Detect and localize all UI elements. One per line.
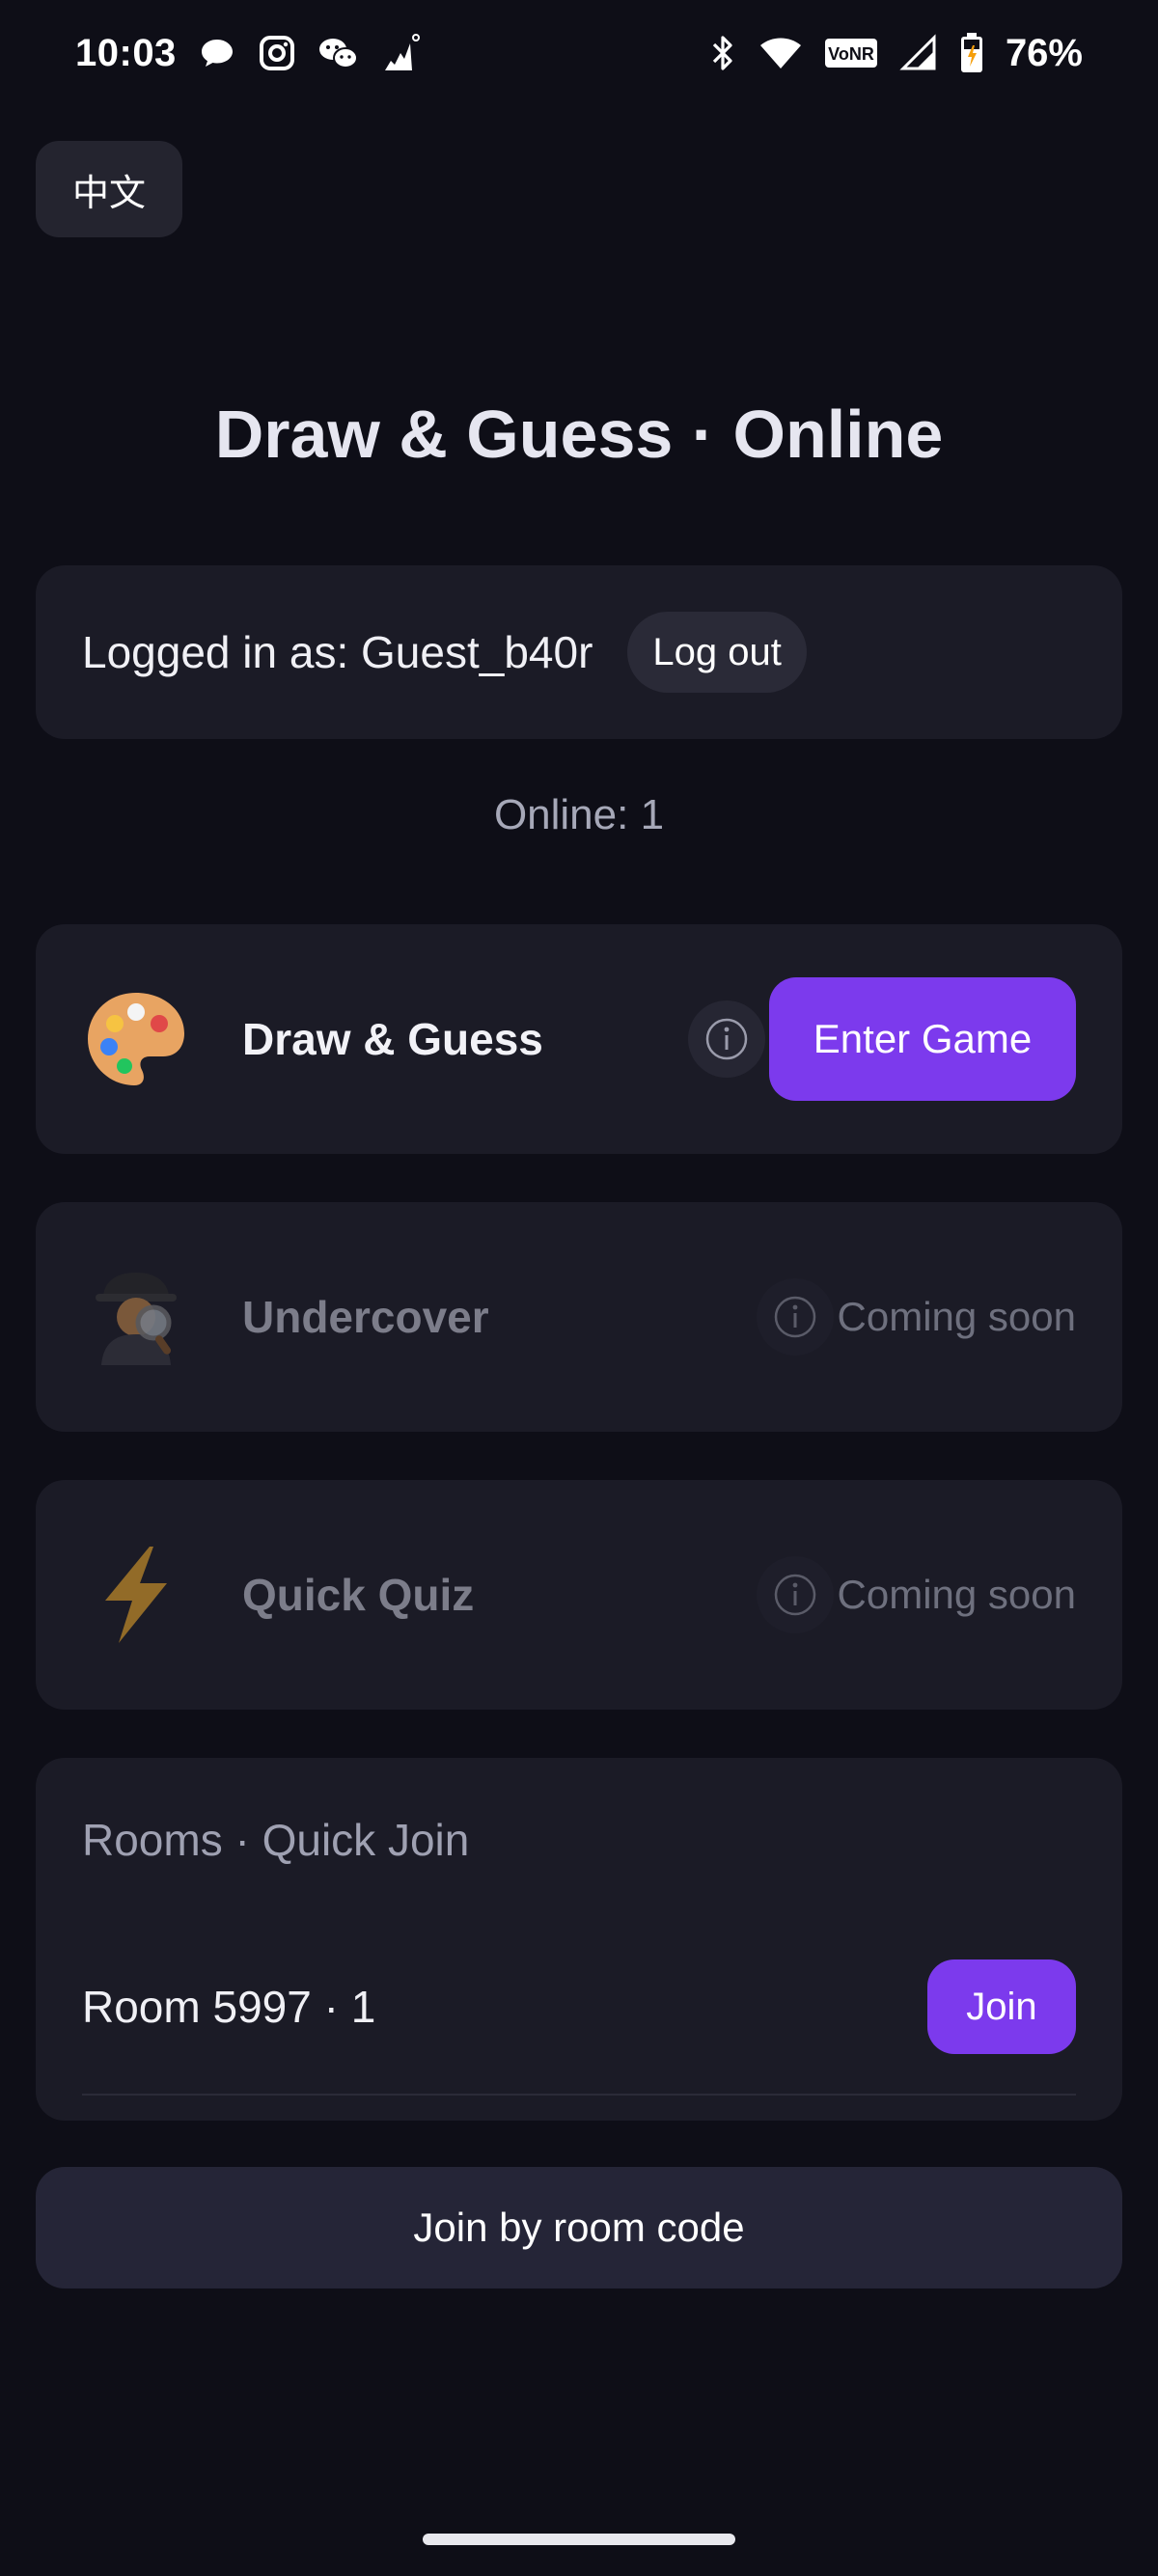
status-bar-right: VoNR 76% — [708, 32, 1083, 75]
chat-bubble-icon — [198, 34, 236, 72]
rooms-heading: Rooms · Quick Join — [82, 1815, 470, 1865]
game-name: Draw & Guess — [242, 1014, 543, 1064]
home-indicator[interactable] — [423, 2534, 735, 2545]
coming-soon-label: Coming soon — [837, 1294, 1076, 1339]
instagram-icon — [258, 34, 296, 72]
battery-charging-icon — [959, 32, 984, 74]
rooms-card: Rooms · Quick Join Room 5997 · 1 Join — [36, 1758, 1122, 2121]
login-card: Logged in as: Guest_b40r Log out — [36, 565, 1122, 739]
room-list-item: Room 5997 · 1 Join — [82, 1949, 1076, 2096]
vonr-icon: VoNR — [824, 36, 878, 70]
logout-button[interactable]: Log out — [627, 612, 807, 693]
game-info-button[interactable] — [756, 1278, 834, 1356]
join-room-button[interactable]: Join — [927, 1959, 1076, 2054]
game-name: Quick Quiz — [242, 1570, 475, 1620]
wifi-icon — [758, 34, 803, 72]
lightning-icon — [82, 1541, 190, 1649]
status-bar-left: 10:03 — [75, 32, 424, 75]
app-screen: 10:03 VoNR 76% 中文 Draw & Guess · Online … — [0, 0, 1158, 2576]
enter-game-button[interactable]: Enter Game — [769, 977, 1076, 1101]
room-label: Room 5997 · 1 — [82, 1982, 376, 2032]
game-info-button[interactable] — [756, 1556, 834, 1633]
wechat-icon — [317, 34, 360, 72]
battery-percent: 76% — [1005, 31, 1083, 74]
vonr-label: VoNR — [828, 44, 874, 64]
bluetooth-icon — [708, 34, 737, 72]
coming-soon-label: Coming soon — [837, 1572, 1076, 1617]
info-icon — [774, 1296, 815, 1338]
page-title: Draw & Guess · Online — [214, 397, 944, 472]
game-card-quick-quiz: Quick Quiz Coming soon — [36, 1480, 1122, 1710]
artist-palette-icon — [82, 985, 190, 1093]
detective-icon — [82, 1263, 190, 1371]
game-card-undercover: Undercover Coming soon — [36, 1202, 1122, 1432]
info-icon — [774, 1574, 815, 1616]
status-time: 10:03 — [75, 31, 177, 74]
game-name: Undercover — [242, 1292, 489, 1342]
game-info-button[interactable] — [688, 1000, 765, 1078]
join-by-code-button[interactable]: Join by room code — [36, 2167, 1122, 2288]
game-card-draw-guess: Draw & Guess Enter Game — [36, 924, 1122, 1154]
language-toggle-button[interactable]: 中文 — [36, 141, 182, 237]
cell-signal-icon — [899, 34, 938, 72]
online-count: Online: 1 — [493, 791, 665, 838]
info-icon — [705, 1018, 748, 1060]
status-bar: 10:03 VoNR 76% — [0, 0, 1158, 106]
login-status-text: Logged in as: Guest_b40r — [82, 627, 593, 677]
signal-app-icon — [381, 32, 424, 74]
